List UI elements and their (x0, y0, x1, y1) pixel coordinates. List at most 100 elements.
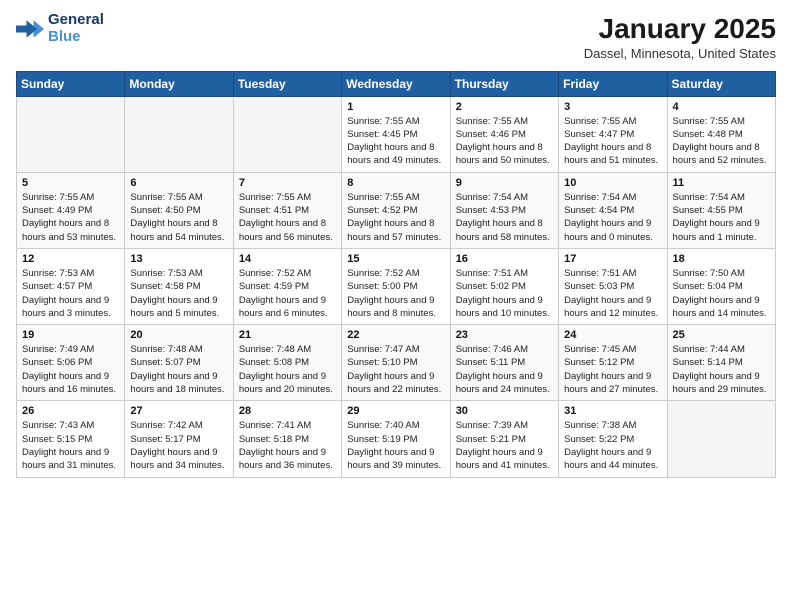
calendar-day-cell: 22 Sunrise: 7:47 AM Sunset: 5:10 PM Dayl… (342, 325, 450, 401)
calendar-day-header: Tuesday (233, 71, 341, 96)
calendar-day-cell: 25 Sunrise: 7:44 AM Sunset: 5:14 PM Dayl… (667, 325, 775, 401)
page: General Blue January 2025 Dassel, Minnes… (0, 0, 792, 612)
calendar-day-header: Monday (125, 71, 233, 96)
calendar-day-cell: 26 Sunrise: 7:43 AM Sunset: 5:15 PM Dayl… (17, 401, 125, 477)
day-info: Sunrise: 7:55 AM Sunset: 4:45 PM Dayligh… (347, 115, 444, 168)
day-number: 6 (130, 177, 227, 189)
calendar-week-row: 19 Sunrise: 7:49 AM Sunset: 5:06 PM Dayl… (17, 325, 776, 401)
calendar-day-cell: 14 Sunrise: 7:52 AM Sunset: 4:59 PM Dayl… (233, 248, 341, 324)
calendar-day-cell: 10 Sunrise: 7:54 AM Sunset: 4:54 PM Dayl… (559, 172, 667, 248)
calendar-table: SundayMondayTuesdayWednesdayThursdayFrid… (16, 71, 776, 478)
day-info: Sunrise: 7:55 AM Sunset: 4:49 PM Dayligh… (22, 191, 119, 244)
day-info: Sunrise: 7:47 AM Sunset: 5:10 PM Dayligh… (347, 343, 444, 396)
main-title: January 2025 (584, 12, 776, 46)
day-number: 2 (456, 101, 553, 113)
day-info: Sunrise: 7:51 AM Sunset: 5:02 PM Dayligh… (456, 267, 553, 320)
day-info: Sunrise: 7:50 AM Sunset: 5:04 PM Dayligh… (673, 267, 770, 320)
day-info: Sunrise: 7:48 AM Sunset: 5:08 PM Dayligh… (239, 343, 336, 396)
day-number: 22 (347, 329, 444, 341)
day-info: Sunrise: 7:40 AM Sunset: 5:19 PM Dayligh… (347, 419, 444, 472)
day-info: Sunrise: 7:54 AM Sunset: 4:55 PM Dayligh… (673, 191, 770, 244)
day-info: Sunrise: 7:55 AM Sunset: 4:50 PM Dayligh… (130, 191, 227, 244)
day-number: 7 (239, 177, 336, 189)
day-number: 27 (130, 405, 227, 417)
day-info: Sunrise: 7:49 AM Sunset: 5:06 PM Dayligh… (22, 343, 119, 396)
day-number: 23 (456, 329, 553, 341)
calendar-day-cell: 27 Sunrise: 7:42 AM Sunset: 5:17 PM Dayl… (125, 401, 233, 477)
day-info: Sunrise: 7:51 AM Sunset: 5:03 PM Dayligh… (564, 267, 661, 320)
logo-blue-text: Blue (48, 29, 104, 46)
calendar-day-cell: 2 Sunrise: 7:55 AM Sunset: 4:46 PM Dayli… (450, 96, 558, 172)
day-info: Sunrise: 7:55 AM Sunset: 4:51 PM Dayligh… (239, 191, 336, 244)
day-info: Sunrise: 7:41 AM Sunset: 5:18 PM Dayligh… (239, 419, 336, 472)
day-number: 21 (239, 329, 336, 341)
day-info: Sunrise: 7:38 AM Sunset: 5:22 PM Dayligh… (564, 419, 661, 472)
calendar-header-row: SundayMondayTuesdayWednesdayThursdayFrid… (17, 71, 776, 96)
day-number: 24 (564, 329, 661, 341)
logo: General Blue (16, 12, 104, 45)
calendar-day-cell: 19 Sunrise: 7:49 AM Sunset: 5:06 PM Dayl… (17, 325, 125, 401)
calendar-week-row: 5 Sunrise: 7:55 AM Sunset: 4:49 PM Dayli… (17, 172, 776, 248)
day-number: 13 (130, 253, 227, 265)
calendar-day-cell: 6 Sunrise: 7:55 AM Sunset: 4:50 PM Dayli… (125, 172, 233, 248)
day-info: Sunrise: 7:48 AM Sunset: 5:07 PM Dayligh… (130, 343, 227, 396)
calendar-day-cell: 4 Sunrise: 7:55 AM Sunset: 4:48 PM Dayli… (667, 96, 775, 172)
day-number: 4 (673, 101, 770, 113)
calendar-day-cell (125, 96, 233, 172)
subtitle: Dassel, Minnesota, United States (584, 46, 776, 61)
calendar-day-cell: 23 Sunrise: 7:46 AM Sunset: 5:11 PM Dayl… (450, 325, 558, 401)
day-info: Sunrise: 7:45 AM Sunset: 5:12 PM Dayligh… (564, 343, 661, 396)
calendar-week-row: 12 Sunrise: 7:53 AM Sunset: 4:57 PM Dayl… (17, 248, 776, 324)
calendar-day-cell: 11 Sunrise: 7:54 AM Sunset: 4:55 PM Dayl… (667, 172, 775, 248)
day-info: Sunrise: 7:52 AM Sunset: 4:59 PM Dayligh… (239, 267, 336, 320)
calendar-day-cell (233, 96, 341, 172)
calendar-day-cell (17, 96, 125, 172)
calendar-day-cell: 18 Sunrise: 7:50 AM Sunset: 5:04 PM Dayl… (667, 248, 775, 324)
calendar-day-header: Wednesday (342, 71, 450, 96)
day-info: Sunrise: 7:55 AM Sunset: 4:48 PM Dayligh… (673, 115, 770, 168)
calendar-day-cell: 29 Sunrise: 7:40 AM Sunset: 5:19 PM Dayl… (342, 401, 450, 477)
calendar-day-cell (667, 401, 775, 477)
day-number: 10 (564, 177, 661, 189)
day-number: 28 (239, 405, 336, 417)
calendar-day-cell: 17 Sunrise: 7:51 AM Sunset: 5:03 PM Dayl… (559, 248, 667, 324)
logo-icon (16, 15, 44, 43)
calendar-day-cell: 15 Sunrise: 7:52 AM Sunset: 5:00 PM Dayl… (342, 248, 450, 324)
day-number: 19 (22, 329, 119, 341)
day-info: Sunrise: 7:44 AM Sunset: 5:14 PM Dayligh… (673, 343, 770, 396)
day-number: 5 (22, 177, 119, 189)
logo-text: General Blue (48, 12, 104, 45)
day-number: 16 (456, 253, 553, 265)
logo-general-text: General (48, 12, 104, 29)
day-number: 25 (673, 329, 770, 341)
day-number: 9 (456, 177, 553, 189)
calendar-day-header: Thursday (450, 71, 558, 96)
calendar-day-cell: 13 Sunrise: 7:53 AM Sunset: 4:58 PM Dayl… (125, 248, 233, 324)
calendar-day-cell: 24 Sunrise: 7:45 AM Sunset: 5:12 PM Dayl… (559, 325, 667, 401)
day-number: 15 (347, 253, 444, 265)
day-number: 29 (347, 405, 444, 417)
calendar-day-header: Sunday (17, 71, 125, 96)
day-number: 3 (564, 101, 661, 113)
day-number: 20 (130, 329, 227, 341)
day-info: Sunrise: 7:46 AM Sunset: 5:11 PM Dayligh… (456, 343, 553, 396)
day-info: Sunrise: 7:43 AM Sunset: 5:15 PM Dayligh… (22, 419, 119, 472)
calendar-day-cell: 5 Sunrise: 7:55 AM Sunset: 4:49 PM Dayli… (17, 172, 125, 248)
calendar-day-cell: 1 Sunrise: 7:55 AM Sunset: 4:45 PM Dayli… (342, 96, 450, 172)
day-number: 11 (673, 177, 770, 189)
day-number: 12 (22, 253, 119, 265)
day-number: 31 (564, 405, 661, 417)
calendar-day-cell: 21 Sunrise: 7:48 AM Sunset: 5:08 PM Dayl… (233, 325, 341, 401)
day-info: Sunrise: 7:52 AM Sunset: 5:00 PM Dayligh… (347, 267, 444, 320)
calendar-day-cell: 12 Sunrise: 7:53 AM Sunset: 4:57 PM Dayl… (17, 248, 125, 324)
day-info: Sunrise: 7:53 AM Sunset: 4:57 PM Dayligh… (22, 267, 119, 320)
calendar-day-cell: 16 Sunrise: 7:51 AM Sunset: 5:02 PM Dayl… (450, 248, 558, 324)
day-info: Sunrise: 7:54 AM Sunset: 4:53 PM Dayligh… (456, 191, 553, 244)
calendar-day-cell: 8 Sunrise: 7:55 AM Sunset: 4:52 PM Dayli… (342, 172, 450, 248)
day-number: 26 (22, 405, 119, 417)
day-info: Sunrise: 7:54 AM Sunset: 4:54 PM Dayligh… (564, 191, 661, 244)
calendar-day-cell: 7 Sunrise: 7:55 AM Sunset: 4:51 PM Dayli… (233, 172, 341, 248)
day-number: 1 (347, 101, 444, 113)
day-info: Sunrise: 7:42 AM Sunset: 5:17 PM Dayligh… (130, 419, 227, 472)
calendar-day-cell: 28 Sunrise: 7:41 AM Sunset: 5:18 PM Dayl… (233, 401, 341, 477)
